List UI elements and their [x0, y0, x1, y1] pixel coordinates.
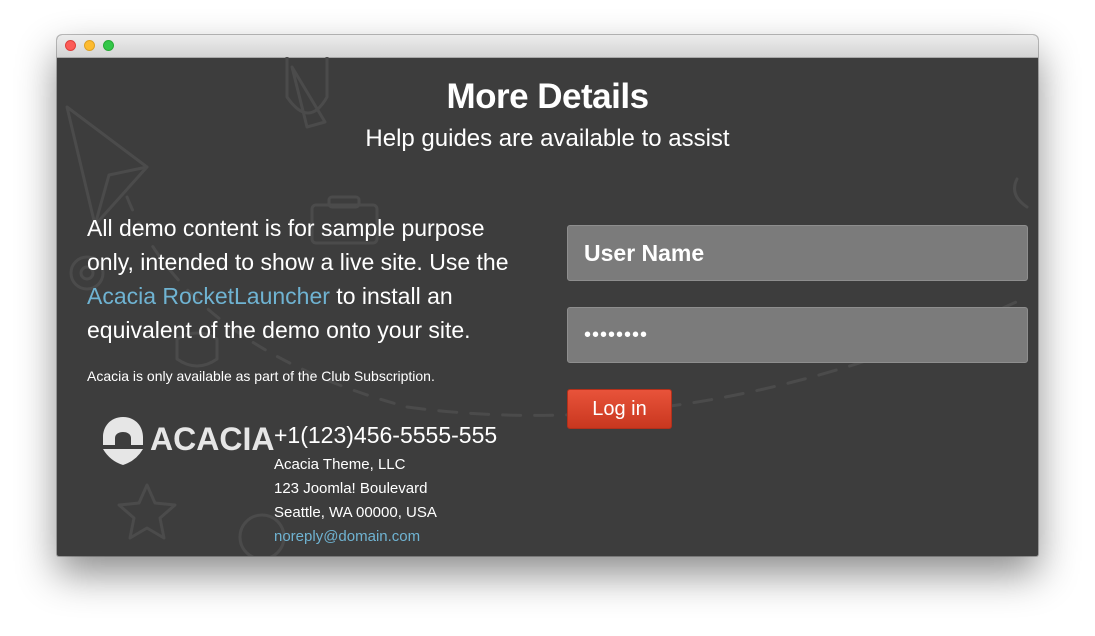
company-name: Acacia Theme, LLC [274, 456, 406, 473]
rocketlauncher-link[interactable]: Acacia RocketLauncher [87, 283, 330, 309]
password-input[interactable] [567, 307, 1028, 363]
minimize-window-icon[interactable] [84, 40, 95, 51]
close-window-icon[interactable] [65, 40, 76, 51]
username-input[interactable] [567, 225, 1028, 281]
contact-info: +1(123)456-5555-555 Acacia Theme, LLC 12… [274, 420, 497, 549]
intro-text-start: All demo content is for sample purpose o… [87, 215, 509, 275]
zoom-window-icon[interactable] [103, 40, 114, 51]
page-title: More Details [446, 77, 649, 116]
page-subtitle: Help guides are available to assist [365, 125, 730, 152]
city-address: Seattle, WA 00000, USA [274, 504, 437, 521]
email-link[interactable]: noreply@domain.com [274, 525, 497, 549]
title-bar [57, 35, 1038, 58]
acacia-logo: ACACIA [101, 415, 274, 467]
login-button[interactable]: Log in [567, 389, 672, 429]
logo-wordmark: ACACIA [150, 421, 275, 457]
intro-paragraph: All demo content is for sample purpose o… [87, 211, 527, 347]
phone-number: +1(123)456-5555-555 [274, 422, 498, 448]
street-address: 123 Joomla! Boulevard [274, 480, 428, 497]
browser-window: More Details Help guides are available t… [57, 35, 1038, 556]
subscription-note: Acacia is only available as part of the … [87, 368, 435, 384]
acacia-shield-icon [103, 417, 143, 465]
